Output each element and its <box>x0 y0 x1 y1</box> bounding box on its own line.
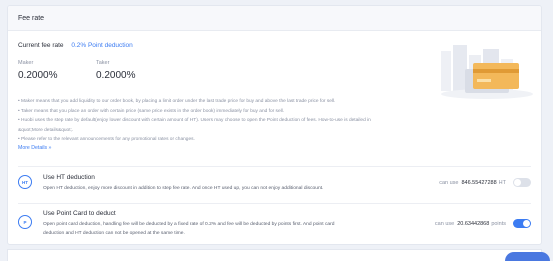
point-can-use-label: can use <box>434 220 455 227</box>
taker-value: 0.2000% <box>96 70 136 81</box>
point-card-icon: P <box>18 215 32 229</box>
taker-rate: Taker 0.2000% <box>96 60 135 81</box>
ht-amount: 846.55427288 <box>461 179 497 186</box>
next-card-edge <box>7 249 542 261</box>
current-fee-label: Current fee rate <box>18 42 64 49</box>
divider <box>18 166 531 167</box>
taker-label: Taker <box>96 60 110 66</box>
cards-illustration <box>435 41 535 101</box>
fee-notes: • Maker means that you add liquidity to … <box>18 97 398 145</box>
note-item: • Taker means that you place an order wi… <box>18 108 285 114</box>
point-card-balance: can use 20.63442868 points <box>435 219 531 228</box>
point-unit: points <box>491 220 506 227</box>
note-item: • Huobi uses the step rate by default(en… <box>18 118 371 123</box>
ht-deduction-toggle[interactable] <box>513 178 531 187</box>
fee-rate-card: Fee rate Current fee rate 0.2% Point ded… <box>7 5 542 245</box>
note-item: • Please refer to the relevant announcem… <box>18 137 195 142</box>
support-chat-button[interactable] <box>505 252 550 261</box>
point-card-desc-line: deduction and HT deduction can not be op… <box>43 230 185 236</box>
ht-coin-icon: HT <box>18 175 32 189</box>
current-fee-value: 0.2% Point deduction <box>71 42 133 49</box>
ht-deduction-desc: Open HT deduction, enjoy more discount i… <box>43 186 324 191</box>
note-item: &quot;More details&quot;. <box>18 127 74 133</box>
ht-can-use-label: can use <box>439 179 459 186</box>
point-card-desc-line: Open point card deduction, handling fee … <box>43 222 335 227</box>
point-amount: 20.63442868 <box>457 220 490 227</box>
maker-rate: Maker 0.2000% <box>18 60 57 81</box>
ht-unit: HT <box>498 179 506 186</box>
point-card-title: Use Point Card to deduct <box>43 210 116 217</box>
divider <box>18 203 531 204</box>
point-card-desc: Open point card deduction, handling fee … <box>43 221 334 238</box>
page-title: Fee rate <box>18 14 45 22</box>
point-card-toggle[interactable] <box>513 219 531 228</box>
maker-value: 0.2000% <box>18 70 58 81</box>
more-details-link[interactable]: More Details » <box>18 145 51 151</box>
current-fee-rate: Current fee rate 0.2% Point deduction <box>18 42 133 49</box>
ht-deduction-title: Use HT deduction <box>43 174 95 181</box>
note-item: • Maker means that you add liquidity to … <box>18 99 336 104</box>
card-header: Fee rate <box>8 6 541 31</box>
maker-label: Maker <box>18 60 34 66</box>
ht-deduction-balance: can use 846.55427288 HT <box>439 178 531 187</box>
